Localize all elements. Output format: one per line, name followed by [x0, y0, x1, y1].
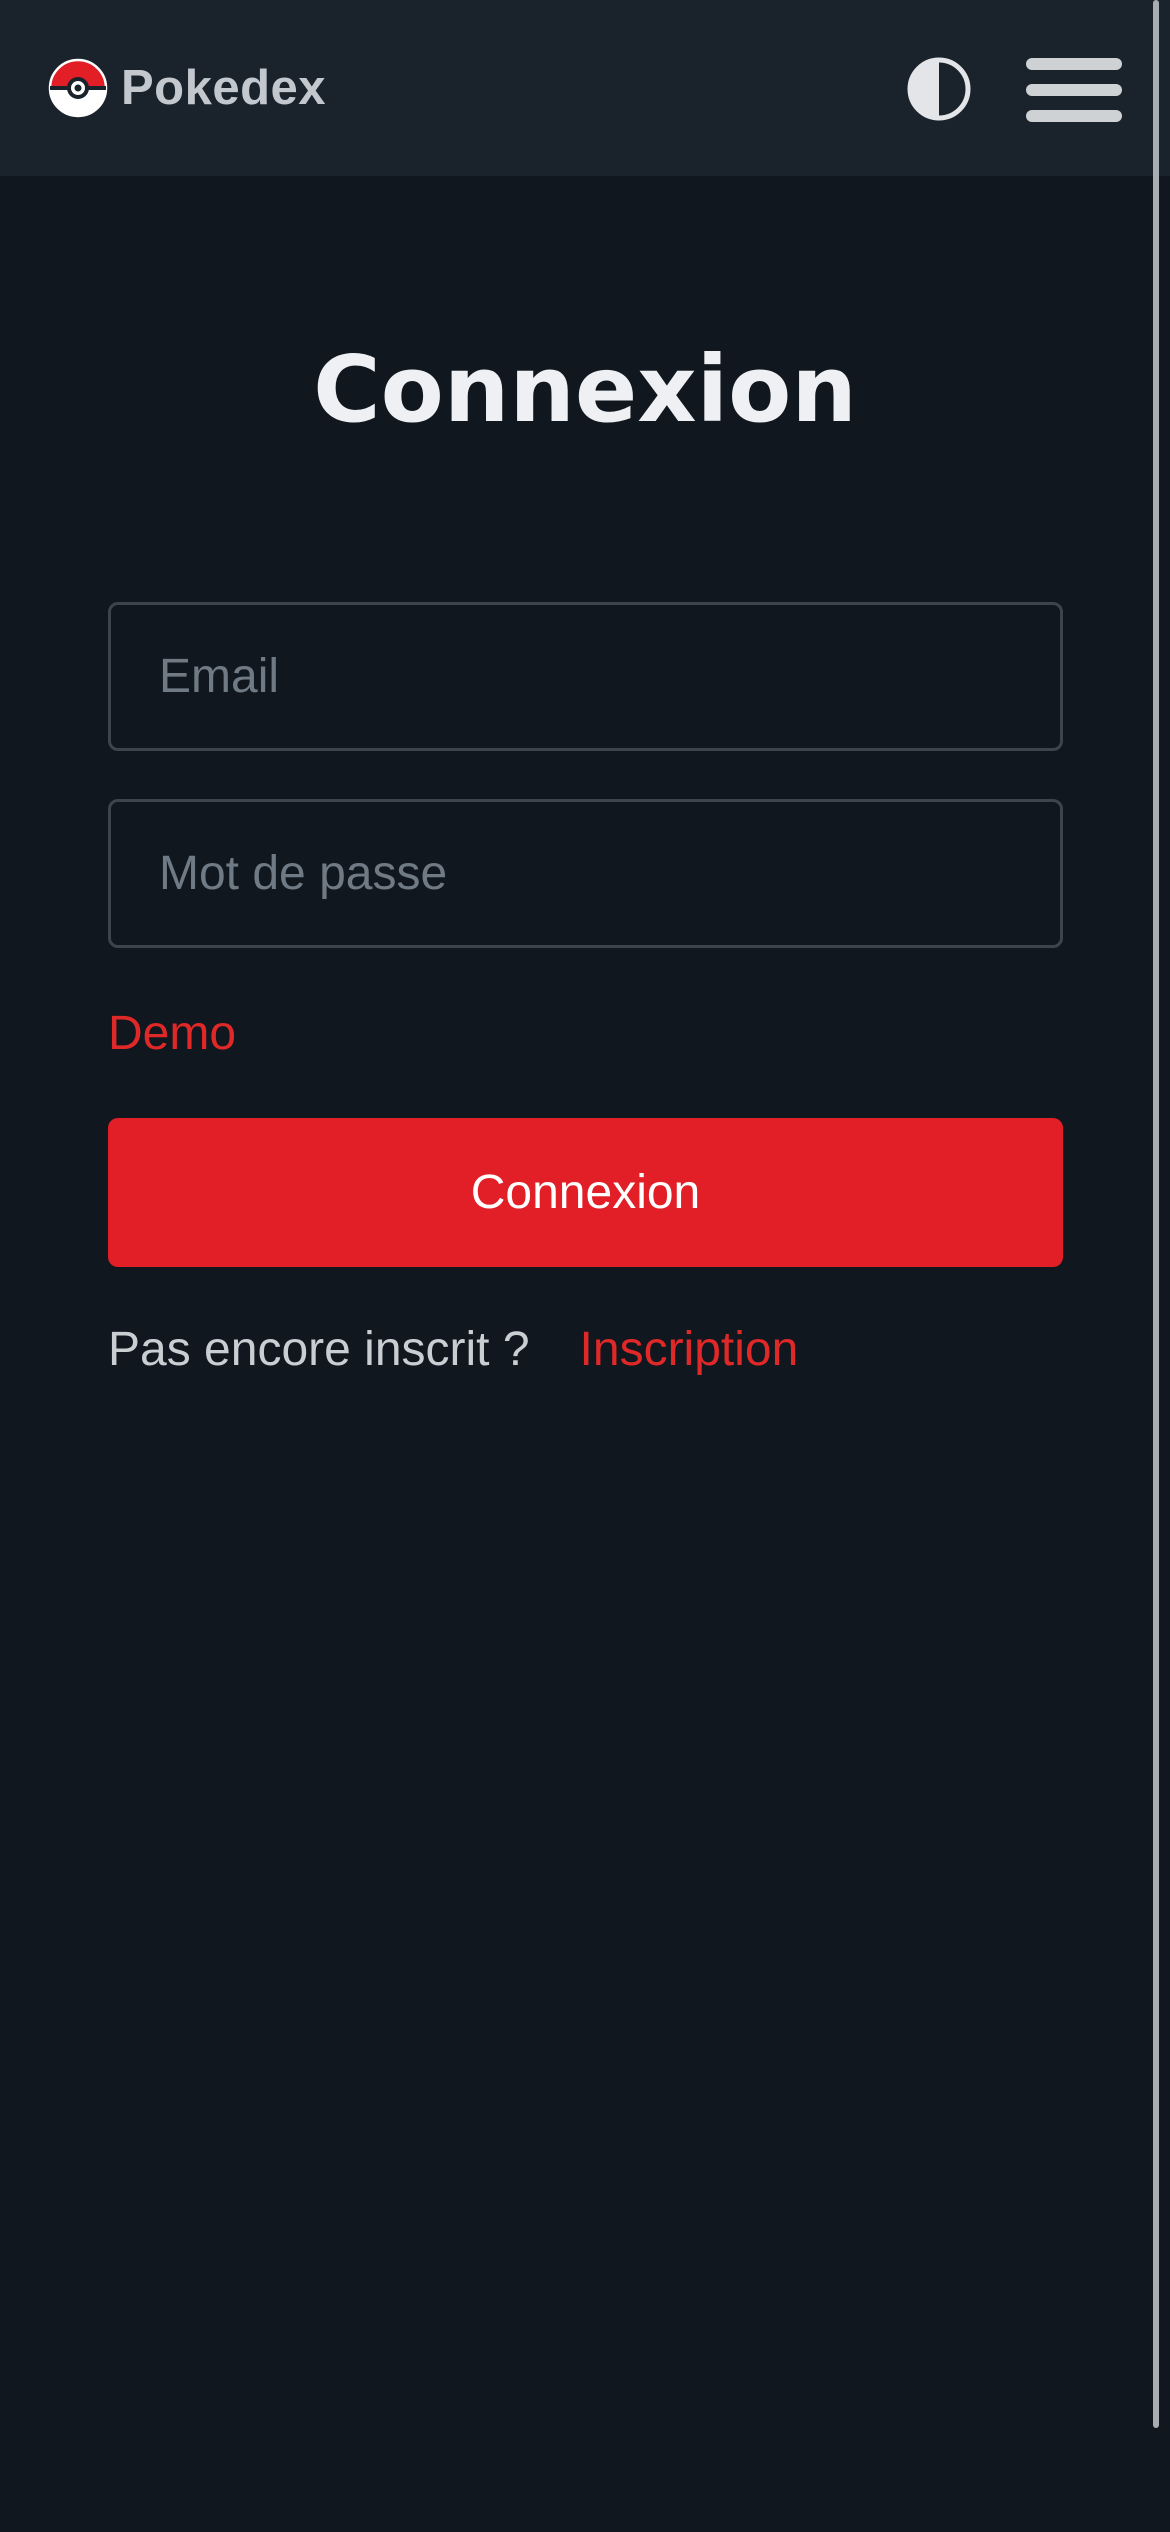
signup-row: Pas encore inscrit ? Inscription [108, 1318, 798, 1382]
login-page: Pokedex Connexion Demo Connexion Pas enc… [0, 0, 1170, 2532]
brand-name: Pokedex [121, 61, 327, 115]
password-field[interactable] [108, 799, 1063, 948]
pokeball-icon [48, 58, 108, 118]
login-button[interactable]: Connexion [108, 1118, 1063, 1267]
brand-link[interactable]: Pokedex [48, 56, 326, 120]
navbar: Pokedex [0, 0, 1170, 176]
page-title: Connexion [313, 336, 857, 443]
email-field[interactable] [108, 602, 1063, 751]
contrast-icon [907, 57, 971, 121]
demo-link[interactable]: Demo [108, 1002, 236, 1066]
theme-toggle-button[interactable] [906, 56, 972, 122]
signup-link[interactable]: Inscription [580, 1318, 799, 1382]
signup-prompt: Pas encore inscrit ? [108, 1323, 530, 1376]
menu-toggle-button[interactable] [1022, 54, 1126, 126]
